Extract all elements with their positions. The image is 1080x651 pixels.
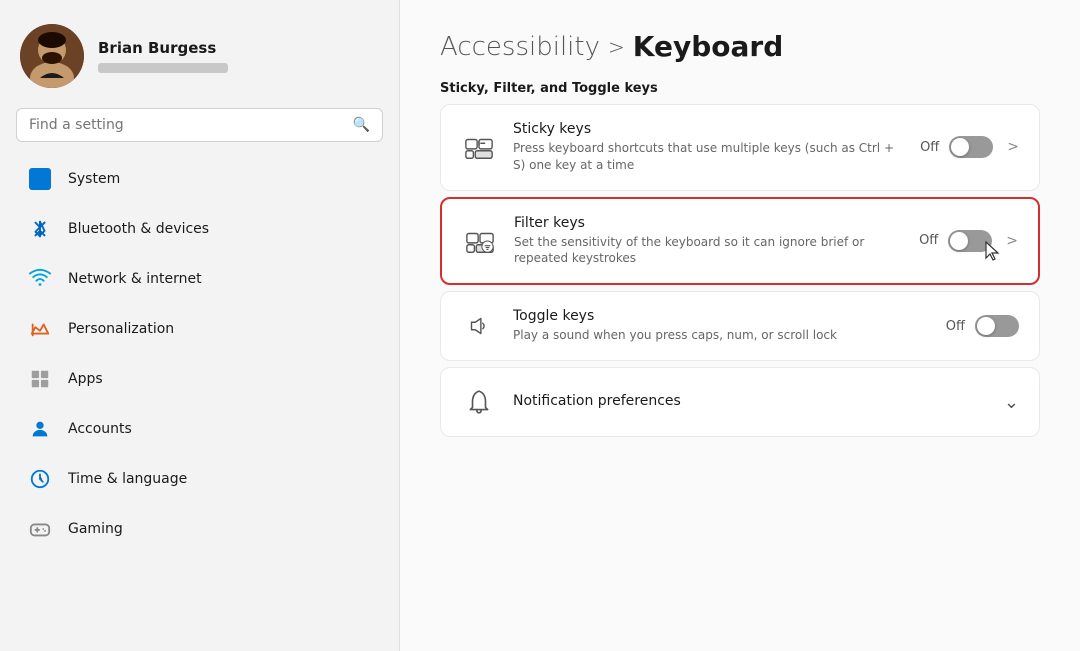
sticky-keys-state: Off — [920, 140, 939, 155]
sticky-keys-toggle[interactable] — [949, 136, 993, 158]
sidebar-item-gaming[interactable]: Gaming — [8, 505, 391, 553]
notification-label: Notification preferences — [513, 393, 681, 409]
filter-keys-row: Filter keys Set the sensitivity of the k… — [442, 199, 1038, 284]
sticky-keys-control: Off > — [920, 136, 1019, 158]
user-info: Brian Burgess — [98, 39, 228, 73]
sidebar-item-accounts[interactable]: Accounts — [8, 405, 391, 453]
sidebar-item-label: Gaming — [68, 521, 123, 537]
sidebar-item-label: Bluetooth & devices — [68, 221, 209, 237]
toggle-keys-desc: Play a sound when you press caps, num, o… — [513, 327, 930, 344]
user-name: Brian Burgess — [98, 39, 228, 57]
breadcrumb-parent: Accessibility — [440, 32, 600, 62]
sidebar-item-label: Time & language — [68, 471, 187, 487]
section-title: Sticky, Filter, and Toggle keys — [440, 81, 1040, 96]
sidebar-item-label: Network & internet — [68, 271, 202, 287]
sidebar: Brian Burgess 🔍 System Bluetooth & devic… — [0, 0, 400, 651]
toggle-keys-name: Toggle keys — [513, 308, 930, 324]
search-icon: 🔍 — [353, 117, 370, 133]
sidebar-item-label: Accounts — [68, 421, 132, 437]
filter-keys-desc: Set the sensitivity of the keyboard so i… — [514, 234, 903, 268]
toggle-keys-icon — [461, 308, 497, 344]
toggle-thumb — [951, 138, 969, 156]
breadcrumb-current: Keyboard — [633, 30, 783, 63]
sticky-keys-card: Sticky keys Press keyboard shortcuts tha… — [440, 104, 1040, 191]
sticky-keys-desc: Press keyboard shortcuts that use multip… — [513, 140, 904, 174]
bluetooth-icon — [28, 217, 52, 241]
accounts-icon — [28, 417, 52, 441]
filter-keys-name: Filter keys — [514, 215, 903, 231]
sticky-keys-info: Sticky keys Press keyboard shortcuts tha… — [513, 121, 904, 174]
filter-keys-control: Off > — [919, 230, 1018, 252]
sidebar-item-network[interactable]: Network & internet — [8, 255, 391, 303]
sidebar-item-system[interactable]: System — [8, 155, 391, 203]
search-input[interactable] — [29, 117, 345, 133]
sidebar-item-apps[interactable]: Apps — [8, 355, 391, 403]
user-section: Brian Burgess — [0, 0, 399, 104]
breadcrumb: Accessibility > Keyboard — [440, 30, 1040, 63]
sticky-keys-row: Sticky keys Press keyboard shortcuts tha… — [441, 105, 1039, 190]
sticky-keys-chevron[interactable]: > — [1007, 139, 1019, 155]
gaming-icon — [28, 517, 52, 541]
notification-chevron-down[interactable]: ⌄ — [1004, 392, 1019, 413]
avatar — [20, 24, 84, 88]
sticky-keys-name: Sticky keys — [513, 121, 904, 137]
sidebar-item-label: Personalization — [68, 321, 174, 337]
time-icon — [28, 467, 52, 491]
sidebar-item-bluetooth[interactable]: Bluetooth & devices — [8, 205, 391, 253]
network-icon — [28, 267, 52, 291]
sidebar-item-label: Apps — [68, 371, 103, 387]
filter-keys-icon — [462, 223, 498, 259]
toggle-keys-state: Off — [946, 319, 965, 334]
search-box[interactable]: 🔍 — [16, 108, 383, 142]
notification-content: Notification preferences — [461, 384, 681, 420]
main-content: Accessibility > Keyboard Sticky, Filter,… — [400, 0, 1080, 651]
notification-icon — [461, 384, 497, 420]
sidebar-item-time[interactable]: Time & language — [8, 455, 391, 503]
filter-keys-state: Off — [919, 233, 938, 248]
sticky-keys-icon — [461, 129, 497, 165]
toggle-keys-control: Off — [946, 315, 1019, 337]
system-icon — [28, 167, 52, 191]
personalization-icon — [28, 317, 52, 341]
filter-keys-chevron[interactable]: > — [1006, 233, 1018, 249]
toggle-thumb — [977, 317, 995, 335]
sidebar-item-personalization[interactable]: Personalization — [8, 305, 391, 353]
filter-keys-toggle[interactable] — [948, 230, 992, 252]
filter-keys-info: Filter keys Set the sensitivity of the k… — [514, 215, 903, 268]
toggle-thumb — [950, 232, 968, 250]
notification-row[interactable]: Notification preferences ⌄ — [441, 368, 1039, 436]
filter-keys-card: Filter keys Set the sensitivity of the k… — [440, 197, 1040, 286]
apps-icon — [28, 367, 52, 391]
notification-prefs-card: Notification preferences ⌄ — [440, 367, 1040, 437]
breadcrumb-separator: > — [608, 35, 625, 59]
user-email-bar — [98, 63, 228, 73]
toggle-keys-toggle[interactable] — [975, 315, 1019, 337]
sidebar-item-label: System — [68, 171, 120, 187]
toggle-keys-info: Toggle keys Play a sound when you press … — [513, 308, 930, 344]
toggle-keys-row: Toggle keys Play a sound when you press … — [441, 292, 1039, 360]
toggle-keys-card: Toggle keys Play a sound when you press … — [440, 291, 1040, 361]
